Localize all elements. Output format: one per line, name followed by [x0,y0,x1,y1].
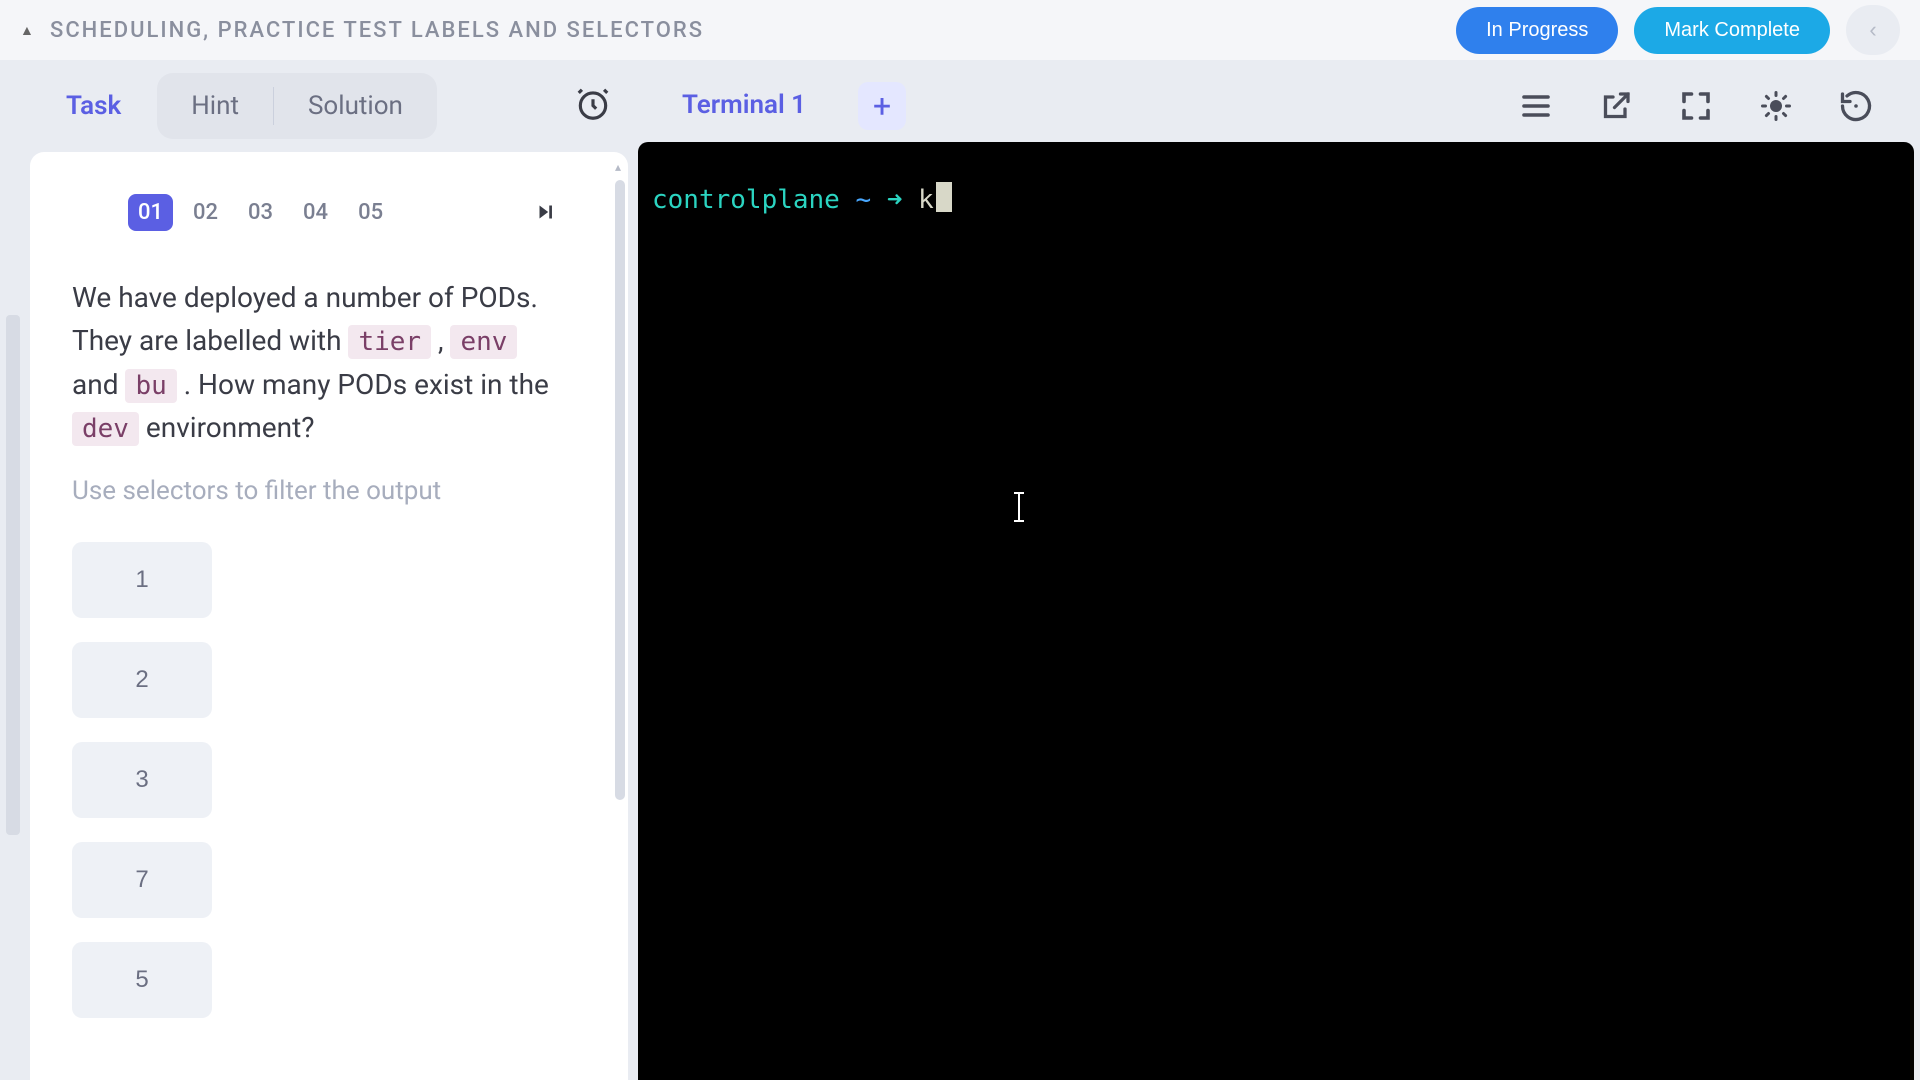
question-fragment: environment? [139,411,315,444]
sun-icon [1758,88,1794,124]
scroll-thumb[interactable] [615,180,625,800]
block-cursor [936,182,952,212]
restore-icon [1838,88,1874,124]
terminal-panel: Terminal 1 + [638,70,1914,1080]
code-dev: dev [72,412,139,446]
code-env: env [450,325,517,359]
terminal-typed: k [918,185,934,215]
collapse-right-button[interactable]: ‹ [1846,5,1900,55]
terminal-tab-1[interactable]: Terminal 1 [648,70,840,143]
answer-option[interactable]: 2 [72,642,212,718]
answer-option[interactable]: 1 [72,542,212,618]
hamburger-icon [1518,88,1554,124]
fullscreen-button[interactable] [1678,88,1714,124]
question-fragment: and [72,368,125,401]
chevron-up-icon[interactable]: ▲ [20,22,40,39]
step-03[interactable]: 03 [238,194,283,231]
step-02[interactable]: 02 [183,194,228,231]
open-external-button[interactable] [1598,88,1634,124]
scrollbar[interactable]: ▴ [612,152,628,1080]
timer-button[interactable] [558,75,628,137]
tab-solution[interactable]: Solution [274,73,437,139]
code-bu: bu [125,369,176,403]
reset-button[interactable] [1838,88,1874,124]
add-terminal-button[interactable]: + [858,82,906,130]
left-resize-handle[interactable] [6,315,20,835]
text-caret-icon [1018,492,1020,522]
answer-list: 1 2 3 7 5 [72,542,570,1018]
code-tier: tier [348,325,431,359]
step-list: 01 02 03 04 05 [128,194,393,231]
prompt-path: ~ [856,185,872,215]
fullscreen-icon [1678,88,1714,124]
skip-next-icon [533,199,559,225]
in-progress-button[interactable]: In Progress [1456,7,1618,54]
terminal-viewport[interactable]: controlplane ~ ➜ k [638,142,1914,1080]
task-panel: Task Hint Solution 01 02 03 04 [30,70,628,1080]
step-05[interactable]: 05 [348,194,393,231]
answer-option[interactable]: 7 [72,842,212,918]
answer-option[interactable]: 5 [72,942,212,1018]
menu-button[interactable] [1518,88,1554,124]
question-fragment: . How many PODs exist in the [177,368,549,401]
prompt-host: controlplane [652,185,840,215]
alarm-clock-icon [574,85,612,123]
answer-option[interactable]: 3 [72,742,212,818]
plus-icon: + [873,87,891,125]
theme-button[interactable] [1758,88,1794,124]
terminal-line: controlplane ~ ➜ k [652,182,1900,215]
prompt-arrow: ➜ [887,185,903,215]
skip-to-end-button[interactable] [522,188,570,236]
tab-hint[interactable]: Hint [157,73,273,139]
chevron-left-icon: ‹ [1869,17,1876,42]
question-text: We have deployed a number of PODs. They … [72,276,570,450]
question-hint: Use selectors to filter the output [72,476,570,506]
step-04[interactable]: 04 [293,194,338,231]
tab-task[interactable]: Task [30,73,157,139]
step-01[interactable]: 01 [128,194,173,231]
question-fragment: , [431,324,450,357]
scroll-up-icon: ▴ [615,160,621,174]
mark-complete-button[interactable]: Mark Complete [1634,7,1830,54]
open-external-icon [1598,88,1634,124]
breadcrumb: SCHEDULING, PRACTICE TEST LABELS AND SEL… [50,18,1456,43]
